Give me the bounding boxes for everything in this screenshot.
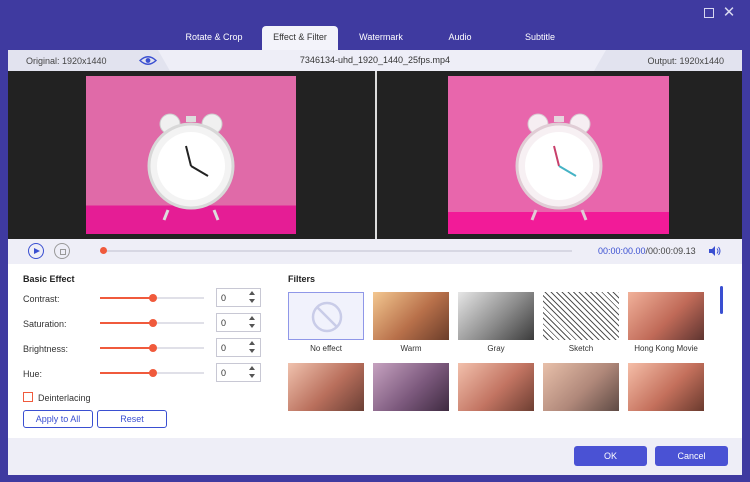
saturation-value[interactable]: 0 — [221, 318, 226, 328]
slider-handle[interactable] — [149, 319, 157, 327]
play-button[interactable] — [28, 243, 44, 259]
alarm-clock-image — [515, 113, 603, 221]
decrement-icon[interactable] — [249, 374, 255, 378]
seek-handle[interactable] — [100, 247, 107, 254]
brightness-value[interactable]: 0 — [221, 343, 226, 353]
contrast-label: Contrast: — [23, 294, 60, 304]
cancel-button[interactable]: Cancel — [655, 446, 728, 466]
filter-thumbnail[interactable] — [543, 363, 619, 411]
filter-label: No effect — [310, 344, 342, 353]
saturation-label: Saturation: — [23, 319, 67, 329]
tab-bar: Rotate & Crop Effect & Filter Watermark … — [0, 26, 750, 50]
increment-icon[interactable] — [249, 316, 255, 320]
tab-audio[interactable]: Audio — [428, 26, 492, 50]
decrement-icon[interactable] — [249, 299, 255, 303]
brightness-slider[interactable] — [100, 344, 204, 352]
filter-hong-kong-movie[interactable] — [628, 292, 704, 340]
contrast-stepper[interactable]: 0 — [216, 288, 261, 307]
filter-warm[interactable] — [373, 292, 449, 340]
deinterlacing-label: Deinterlacing — [38, 393, 91, 403]
slider-handle[interactable] — [149, 344, 157, 352]
brightness-stepper[interactable]: 0 — [216, 338, 261, 357]
filters-title: Filters — [288, 274, 316, 284]
deinterlacing-checkbox[interactable] — [23, 392, 33, 402]
filter-label: Hong Kong Movie — [634, 344, 698, 353]
current-time: 00:00:00.00 — [598, 246, 646, 256]
maximize-icon[interactable] — [702, 6, 716, 20]
filter-label: Gray — [487, 344, 505, 353]
ok-button[interactable]: OK — [574, 446, 647, 466]
filter-gray[interactable] — [458, 292, 534, 340]
hue-label: Hue: — [23, 369, 43, 379]
decrement-icon[interactable] — [249, 324, 255, 328]
footer: OK Cancel — [8, 438, 742, 475]
main-panel: Original: 1920x1440 7346134-uhd_1920_144… — [8, 50, 742, 475]
playback-controls: 00:00:00.00/00:00:09.13 — [8, 239, 742, 264]
title-bar: ✕ Rotate & Crop Effect & Filter Watermar… — [0, 0, 750, 50]
time-display: 00:00:00.00/00:00:09.13 — [598, 246, 696, 256]
info-bar: Original: 1920x1440 7346134-uhd_1920_144… — [8, 50, 742, 71]
seek-bar[interactable] — [100, 247, 572, 254]
decrement-icon[interactable] — [249, 349, 255, 353]
filter-thumbnail[interactable] — [288, 363, 364, 411]
no-effect-icon — [311, 301, 343, 333]
hue-stepper[interactable]: 0 — [216, 363, 261, 382]
apply-to-all-button[interactable]: Apply to All — [23, 410, 93, 428]
filter-thumbnail[interactable] — [628, 363, 704, 411]
brightness-label: Brightness: — [23, 344, 69, 354]
filter-no-effect[interactable] — [288, 292, 364, 340]
contrast-value[interactable]: 0 — [221, 293, 226, 303]
file-name: 7346134-uhd_1920_1440_25fps.mp4 — [299, 55, 451, 65]
increment-icon[interactable] — [249, 341, 255, 345]
contrast-slider[interactable] — [100, 294, 204, 302]
tab-rotate-crop[interactable]: Rotate & Crop — [171, 26, 257, 50]
output-resolution: Output: 1920x1440 — [647, 56, 724, 66]
filters-scrollbar[interactable] — [720, 286, 723, 314]
alarm-clock-image — [147, 113, 235, 221]
slider-handle[interactable] — [149, 294, 157, 302]
tab-subtitle[interactable]: Subtitle — [508, 26, 572, 50]
tab-watermark[interactable]: Watermark — [344, 26, 418, 50]
settings-area: Basic Effect Contrast: 0 Saturation: 0 B… — [8, 264, 742, 438]
filter-thumbnail[interactable] — [458, 363, 534, 411]
output-preview — [448, 76, 669, 234]
increment-icon[interactable] — [249, 366, 255, 370]
filter-sketch[interactable] — [543, 292, 619, 340]
tab-effect-filter[interactable]: Effect & Filter — [262, 26, 338, 50]
original-preview — [86, 76, 296, 234]
hue-value[interactable]: 0 — [221, 368, 226, 378]
total-time: /00:00:09.13 — [645, 246, 696, 256]
hue-slider[interactable] — [100, 369, 204, 377]
stop-button[interactable] — [54, 243, 70, 259]
volume-icon[interactable] — [708, 245, 721, 257]
saturation-slider[interactable] — [100, 319, 204, 327]
filter-label: Warm — [400, 344, 422, 353]
video-preview — [8, 71, 742, 239]
slider-handle[interactable] — [149, 369, 157, 377]
basic-effect-title: Basic Effect — [23, 274, 75, 284]
filter-thumbnail[interactable] — [373, 363, 449, 411]
reset-button[interactable]: Reset — [97, 410, 167, 428]
filter-label: Sketch — [568, 344, 594, 353]
preview-divider — [375, 71, 377, 239]
close-icon[interactable]: ✕ — [722, 5, 736, 20]
increment-icon[interactable] — [249, 291, 255, 295]
saturation-stepper[interactable]: 0 — [216, 313, 261, 332]
